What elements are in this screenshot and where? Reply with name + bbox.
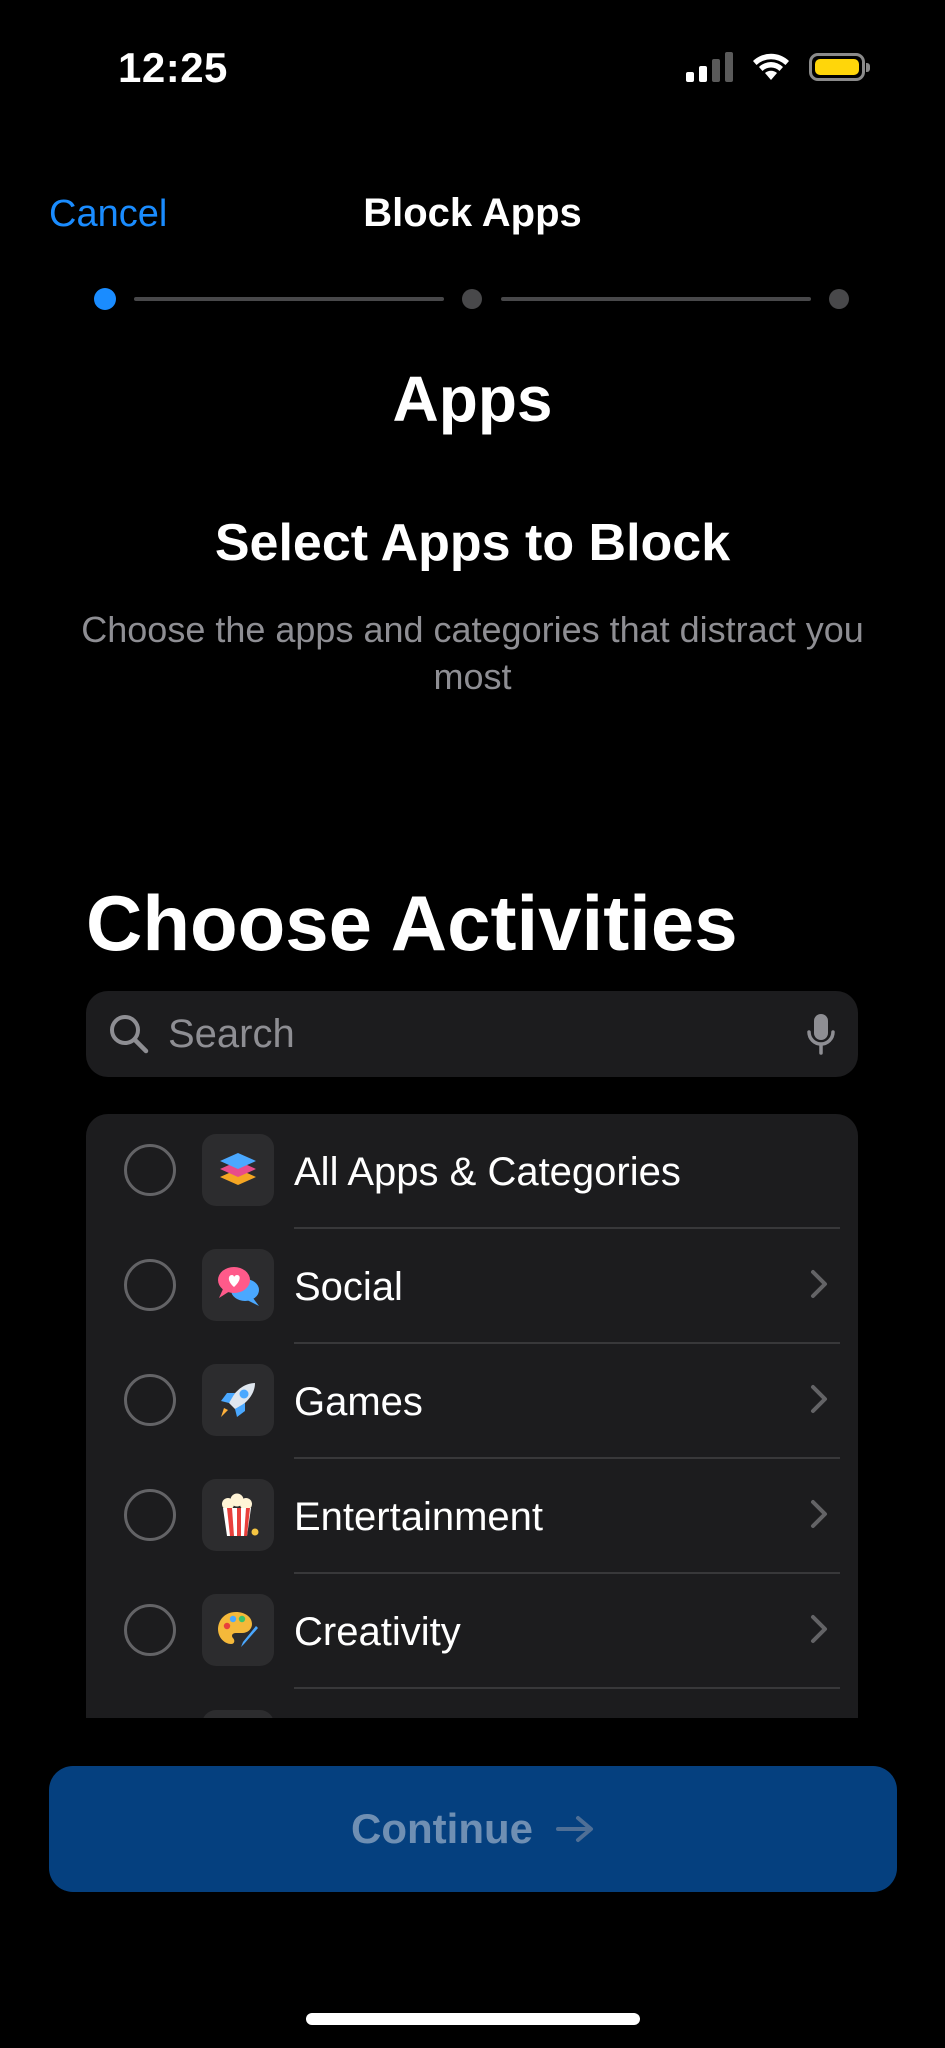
search-icon: [110, 1015, 149, 1054]
list-item-label: Social: [294, 1265, 403, 1309]
list-item-all-apps[interactable]: All Apps & Categories: [86, 1114, 858, 1229]
radio-button[interactable]: [124, 1374, 176, 1426]
popcorn-icon: [202, 1479, 274, 1551]
radio-button[interactable]: [124, 1489, 176, 1541]
chevron-right-icon: [811, 1385, 827, 1413]
progress-stepper: [0, 286, 945, 312]
chat-bubbles-icon: [202, 1249, 274, 1321]
step-2-dot: [462, 289, 482, 309]
list-item-label: Games: [294, 1380, 423, 1424]
step-3-dot: [829, 289, 849, 309]
subtitle: Choose the apps and categories that dist…: [81, 609, 864, 697]
continue-button[interactable]: Continue: [49, 1766, 897, 1892]
wifi-icon: [753, 53, 789, 80]
block-apps-screen: 12:25 Cancel Block Apps Apps Select Apps…: [0, 0, 945, 2048]
nav-title: Block Apps: [363, 191, 582, 235]
step-1-dot: [94, 288, 116, 310]
radio-button[interactable]: [124, 1604, 176, 1656]
cellular-signal-icon: [686, 52, 733, 82]
status-time: 12:25: [118, 44, 228, 91]
chevron-right-icon: [811, 1615, 827, 1643]
choose-activities-title: Choose Activities: [86, 879, 738, 967]
chevron-right-icon: [811, 1500, 827, 1528]
radio-button[interactable]: [124, 1144, 176, 1196]
search-bar[interactable]: [86, 991, 858, 1077]
list-item-social[interactable]: Social: [86, 1229, 858, 1344]
list-item-label: All Apps & Categories: [294, 1150, 681, 1194]
list-item-label: Creativity: [294, 1610, 461, 1654]
stack-icon: [202, 1134, 274, 1206]
step-connector: [501, 297, 811, 301]
next-item-icon-partial: [202, 1710, 274, 1718]
list-item-creativity[interactable]: Creativity: [86, 1574, 858, 1689]
microphone-icon[interactable]: [806, 1012, 836, 1056]
row-divider: [294, 1687, 840, 1689]
chevron-right-icon: [811, 1270, 827, 1298]
arrow-right-icon: [555, 1816, 593, 1842]
section-title: Apps: [392, 363, 553, 435]
radio-button[interactable]: [124, 1259, 176, 1311]
activities-list: All Apps & Categories Social Games Enter…: [86, 1114, 858, 1718]
palette-icon: [202, 1594, 274, 1666]
list-item-entertainment[interactable]: Entertainment: [86, 1459, 858, 1574]
status-icons: [686, 52, 870, 82]
select-title: Select Apps to Block: [214, 514, 731, 572]
search-input[interactable]: [168, 1011, 806, 1057]
list-item-games[interactable]: Games: [86, 1344, 858, 1459]
step-connector: [134, 297, 444, 301]
list-item-label: Entertainment: [294, 1495, 544, 1539]
battery-icon: [809, 53, 870, 81]
continue-label: Continue: [351, 1805, 533, 1852]
rocket-icon: [202, 1364, 274, 1436]
home-indicator: [306, 2013, 640, 2025]
